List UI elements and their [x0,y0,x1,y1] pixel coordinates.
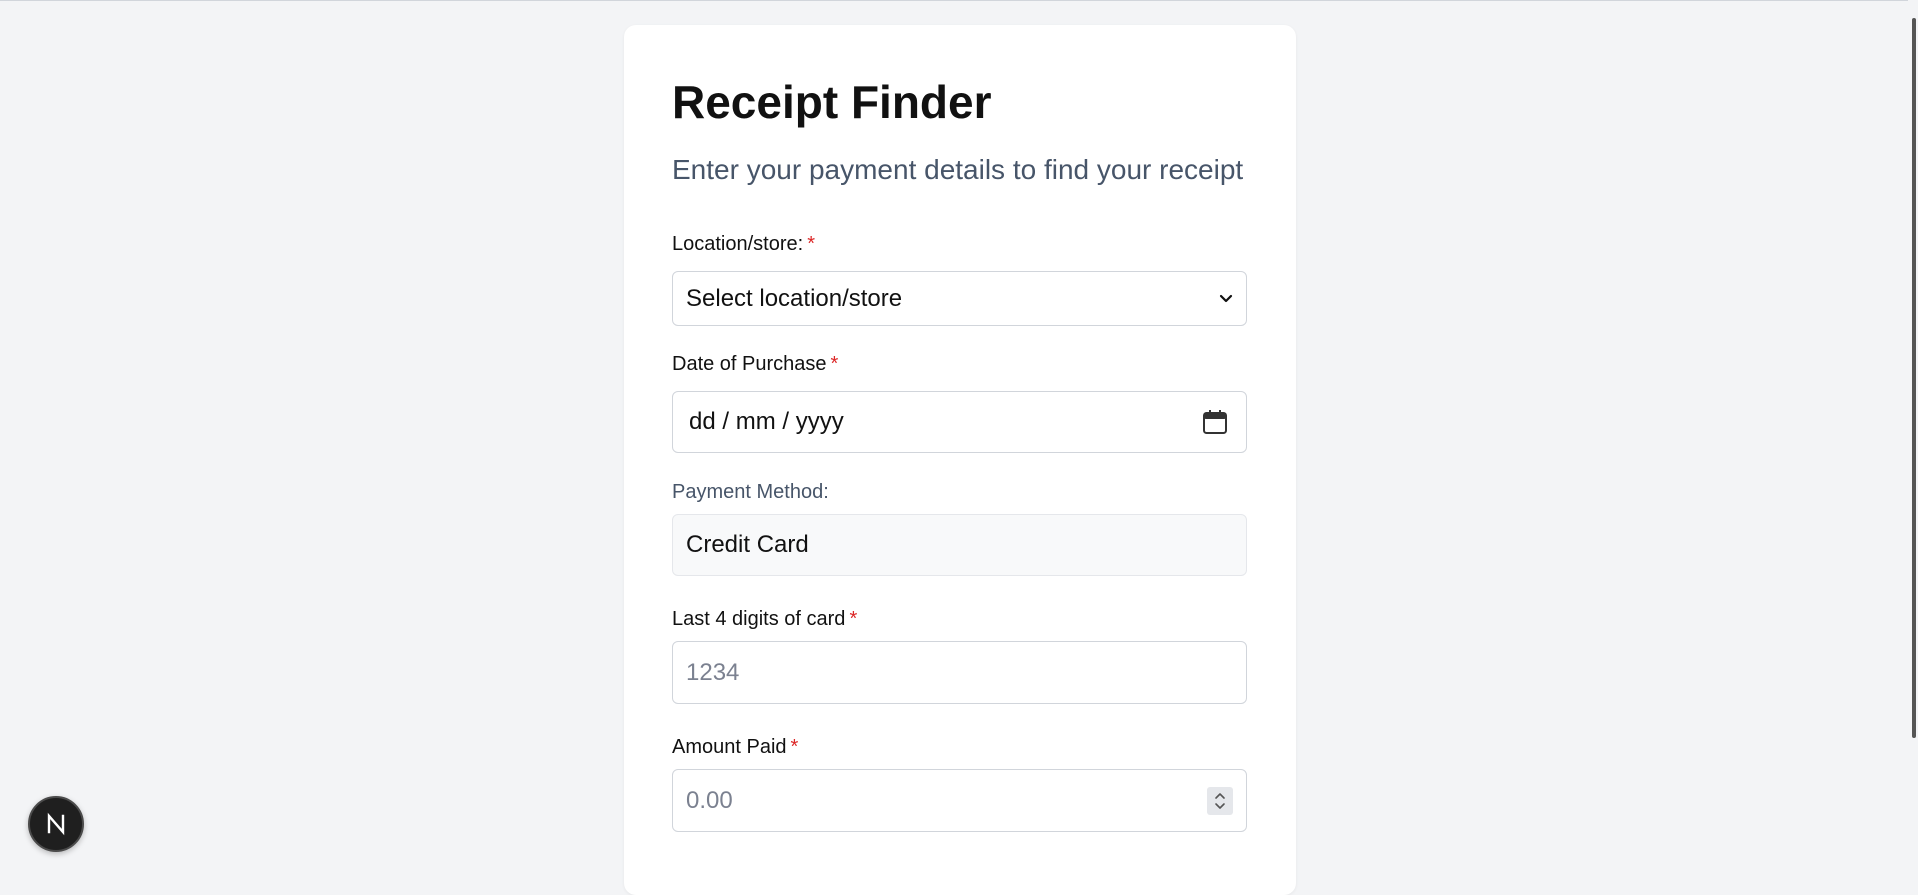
required-marker: * [807,233,815,255]
scrollbar-thumb[interactable] [1912,18,1916,738]
date-label: Date of Purchase * [672,353,838,376]
amount-label: Amount Paid * [672,736,798,759]
number-spinner-icon[interactable] [1207,786,1233,815]
amount-placeholder: 0.00 [686,786,733,814]
amount-label-text: Amount Paid [672,736,787,758]
last4-label-text: Last 4 digits of card [672,608,846,630]
location-label-text: Location/store: [672,233,804,255]
n-logo-icon [47,812,65,836]
date-input-value: dd / mm / yyyy [689,408,844,435]
dev-tools-button[interactable] [28,796,84,852]
payment-method-value: Credit Card [686,531,809,558]
calendar-icon[interactable] [1202,409,1228,435]
top-border [0,0,1918,1]
receipt-finder-card: Receipt Finder Enter your payment detail… [624,25,1296,895]
chevron-down-icon [1219,292,1233,306]
page-subtitle: Enter your payment details to find your … [672,154,1244,185]
required-marker: * [790,736,799,758]
last4-placeholder: 1234 [686,658,740,686]
last4-input[interactable]: 1234 [672,641,1247,704]
scrollbar[interactable] [1908,0,1918,877]
location-select[interactable]: Select location/store [672,271,1247,326]
location-select-value: Select location/store [686,284,903,312]
amount-input[interactable]: 0.00 [672,769,1247,832]
location-label: Location/store: * [672,233,815,256]
page-title: Receipt Finder [672,76,992,128]
required-marker: * [849,608,858,630]
date-label-text: Date of Purchase [672,353,827,375]
payment-method-label: Payment Method: [672,481,829,503]
payment-method-field: Credit Card [672,514,1247,576]
last4-label: Last 4 digits of card * [672,608,857,631]
required-marker: * [830,353,839,375]
date-input[interactable]: dd / mm / yyyy [672,391,1247,453]
